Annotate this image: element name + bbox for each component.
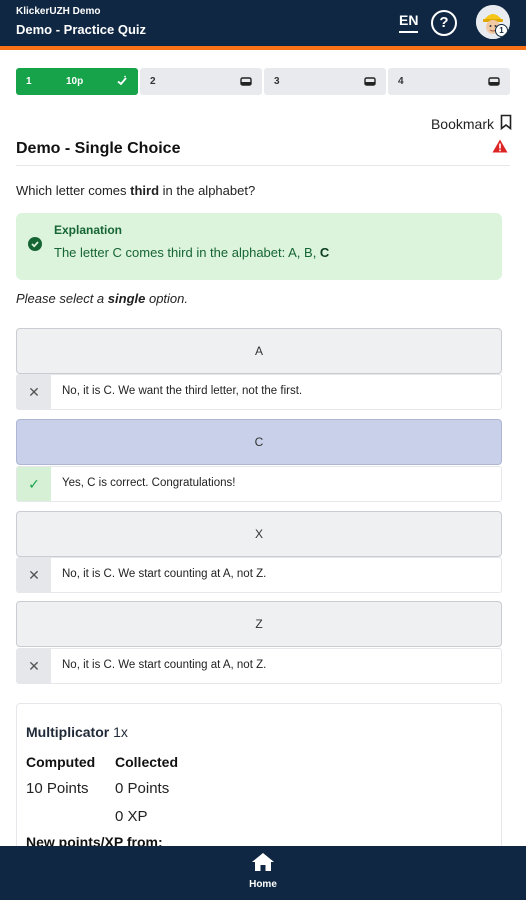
help-button[interactable]: ? — [431, 10, 457, 36]
step-3[interactable]: 3 — [264, 68, 386, 95]
home-icon — [251, 853, 275, 876]
feedback-text: No, it is C. We start counting at A, not… — [62, 568, 267, 580]
computed-label: Computed — [26, 754, 96, 770]
option-feedback: ✓ Yes, C is correct. Congratulations! — [16, 466, 502, 502]
computed-points: 10 Points — [26, 780, 89, 797]
level-badge: 1 — [495, 24, 508, 37]
app-name: KlickerUZH Demo — [16, 6, 101, 17]
answer-option[interactable]: Z — [16, 601, 502, 647]
points-summary: Multiplicator 1x Computed Collected 10 P… — [16, 703, 502, 863]
home-button[interactable]: Home — [243, 852, 283, 890]
step-number: 2 — [150, 76, 156, 87]
cross-icon: ✕ — [17, 558, 51, 592]
question-text-part: Which letter comes — [16, 183, 131, 198]
home-label: Home — [249, 879, 277, 890]
check-circle-icon — [28, 237, 42, 251]
question-text: Which letter comes third in the alphabet… — [16, 183, 255, 198]
instruction-part: Please select a — [16, 291, 108, 306]
answer-option-selected[interactable]: C — [16, 419, 502, 465]
quiz-title: Demo - Practice Quiz — [16, 22, 147, 37]
collected-label: Collected — [115, 754, 179, 770]
multiplicator-value: 1x — [113, 724, 128, 740]
inbox-icon — [364, 75, 376, 90]
multiplicator: Multiplicator 1x — [26, 724, 128, 740]
inbox-icon — [240, 75, 252, 90]
feedback-text: Yes, C is correct. Congratulations! — [62, 477, 236, 489]
instruction-emphasis: single — [107, 291, 146, 306]
cross-icon: ✕ — [17, 375, 51, 409]
instruction-part: option. — [145, 291, 189, 306]
bookmark-icon — [500, 114, 512, 133]
divider — [16, 165, 510, 166]
step-number: 3 — [274, 76, 280, 87]
check-icon — [116, 75, 128, 90]
instruction-text: Please select a single option. — [16, 291, 188, 306]
explanation-title: Explanation — [54, 223, 123, 237]
bookmark-label: Bookmark — [430, 115, 494, 132]
explanation-text-emphasis: C — [319, 245, 330, 260]
explanation-text-part: The letter C comes third in the alphabet… — [54, 245, 320, 260]
step-1[interactable]: 1 10p — [16, 68, 138, 95]
check-icon: ✓ — [17, 467, 51, 501]
feedback-text: No, it is C. We start counting at A, not… — [62, 659, 267, 671]
cross-icon: ✕ — [17, 649, 51, 683]
app-header: KlickerUZH Demo Demo - Practice Quiz EN … — [0, 0, 526, 46]
answer-option[interactable]: X — [16, 511, 502, 557]
option-feedback: ✕ No, it is C. We start counting at A, n… — [16, 648, 502, 684]
step-number: 4 — [398, 76, 404, 87]
step-points: 10p — [66, 76, 84, 87]
collected-xp: 0 XP — [115, 808, 148, 825]
language-selector[interactable]: EN — [399, 12, 419, 33]
warning-icon[interactable] — [492, 139, 508, 158]
question-progress: 1 10p 2 3 4 — [16, 68, 510, 95]
bottom-navigation: Home — [0, 846, 526, 900]
header-accent-bar — [0, 46, 526, 50]
avatar[interactable]: 1 — [476, 5, 510, 39]
question-text-part: in the alphabet? — [159, 183, 256, 198]
option-feedback: ✕ No, it is C. We want the third letter,… — [16, 374, 502, 410]
step-2[interactable]: 2 — [140, 68, 262, 95]
explanation-box: Explanation The letter C comes third in … — [16, 213, 502, 280]
question-title: Demo - Single Choice — [16, 140, 181, 157]
inbox-icon — [488, 75, 500, 90]
option-feedback: ✕ No, it is C. We start counting at A, n… — [16, 557, 502, 593]
step-number: 1 — [26, 76, 32, 87]
step-4[interactable]: 4 — [388, 68, 510, 95]
answer-option[interactable]: A — [16, 328, 502, 374]
question-text-emphasis: third — [130, 183, 160, 198]
bookmark-button[interactable]: Bookmark — [431, 114, 512, 133]
collected-points: 0 Points — [115, 780, 170, 797]
feedback-text: No, it is C. We want the third letter, n… — [62, 385, 303, 397]
explanation-text: The letter C comes third in the alphabet… — [54, 245, 329, 260]
multiplicator-label: Multiplicator — [26, 724, 110, 740]
